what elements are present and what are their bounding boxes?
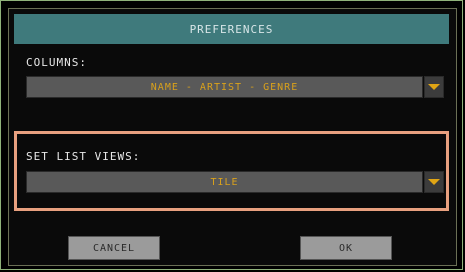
columns-label: COLUMNS: <box>26 56 87 69</box>
chevron-down-icon <box>428 84 440 90</box>
setlist-views-dropdown-arrow-button[interactable] <box>424 171 444 193</box>
chevron-down-icon <box>428 179 440 185</box>
setlist-views-label: SET LIST VIEWS: <box>26 150 141 163</box>
columns-dropdown-arrow-button[interactable] <box>424 76 444 98</box>
ok-button[interactable]: OK <box>300 236 392 260</box>
setlist-views-dropdown[interactable]: TILE <box>26 171 423 193</box>
dialog-title: PREFERENCES <box>14 14 449 44</box>
columns-dropdown[interactable]: NAME - ARTIST - GENRE <box>26 76 423 98</box>
cancel-button[interactable]: CANCEL <box>68 236 160 260</box>
